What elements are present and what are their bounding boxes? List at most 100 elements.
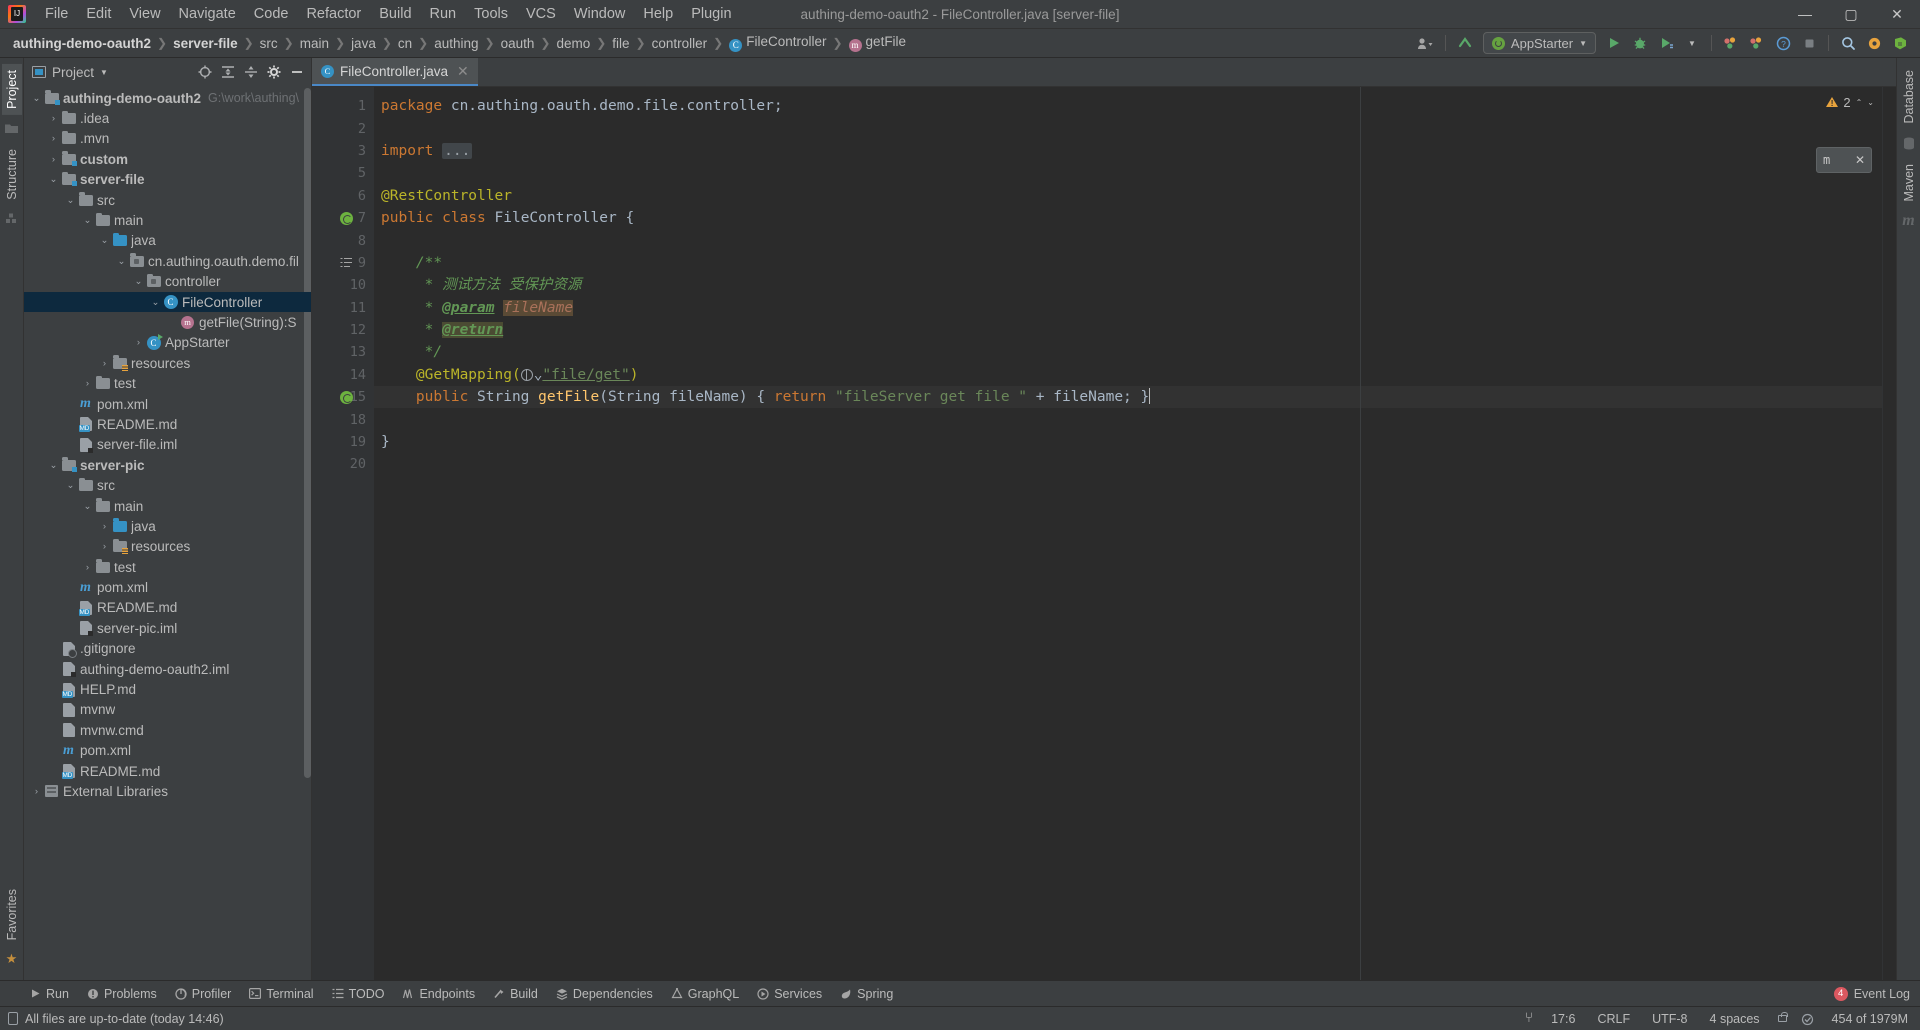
breadcrumb-item-controller[interactable]: controller [647,34,713,53]
code-editor[interactable]: package cn.authing.oauth.demo.file.contr… [374,87,1882,980]
run-configuration-selector[interactable]: AppStarter ▼ [1483,32,1596,54]
menu-code[interactable]: Code [245,3,298,25]
inspection-summary[interactable]: 2 ⌃ ⌄ [1826,87,1882,117]
tree-node[interactable]: ⌄server-file [24,170,311,190]
tree-node[interactable]: HELP.md [24,679,311,699]
tree-node[interactable]: ⌄java [24,231,311,251]
toolwindow-graphql[interactable]: GraphQL [663,985,747,1003]
stripe-button-structure[interactable]: Structure [2,143,22,206]
stripe-button-favorites[interactable]: Favorites [2,883,22,946]
settings-icon[interactable] [1862,32,1886,54]
tree-node[interactable]: ›test [24,373,311,393]
profiler-attach-icon[interactable] [1745,32,1769,54]
stripe-button-maven[interactable]: Maven [1899,158,1919,208]
chevron-down-icon[interactable]: ▼ [100,68,108,77]
collapse-all-icon[interactable] [241,62,261,82]
menu-edit[interactable]: Edit [77,3,120,25]
tree-node[interactable]: ›.idea [24,108,311,128]
toolwindow-problems[interactable]: Problems [79,985,165,1003]
line-separator[interactable]: CRLF [1593,1010,1634,1028]
inspection-icon[interactable] [1801,1011,1814,1025]
code-line[interactable] [374,117,1882,139]
database-icon[interactable] [1903,135,1915,153]
tree-node[interactable]: ›.mvn [24,129,311,149]
folder-icon[interactable] [5,120,18,138]
run-with-coverage-button[interactable] [1654,32,1678,54]
tree-node[interactable]: server-pic.iml [24,618,311,638]
menu-build[interactable]: Build [370,3,420,25]
chevron-down-icon[interactable]: ⌄ [30,93,43,104]
event-log-button[interactable]: 4 Event Log [1834,987,1920,1001]
tree-node[interactable]: mgetFile(String):S [24,312,311,332]
code-line[interactable]: * @param fileName [374,297,1882,319]
gear-icon[interactable] [264,62,284,82]
help-icon[interactable]: ? [1771,32,1795,54]
tree-node[interactable]: mpom.xml [24,577,311,597]
close-icon[interactable]: ✕ [1855,153,1865,167]
tree-node[interactable]: ›External Libraries [24,781,311,801]
chevron-down-icon[interactable]: ⌄ [64,195,77,206]
tree-node[interactable]: mpom.xml [24,741,311,761]
chevron-right-icon[interactable]: › [47,113,60,124]
toolwindow-profiler[interactable]: Profiler [167,985,240,1003]
indent-setting[interactable]: 4 spaces [1706,1010,1764,1028]
breadcrumb-item-project[interactable]: authing-demo-oauth2 [8,34,156,53]
toolwindow-run[interactable]: Run [22,985,77,1003]
toolwindow-spring[interactable]: Spring [832,985,901,1003]
breadcrumb-item-oauth[interactable]: oauth [496,34,540,53]
caret-position[interactable]: 17:6 [1547,1010,1579,1028]
read-only-icon[interactable] [1778,1015,1787,1022]
tree-node[interactable]: ⌄server-pic [24,455,311,475]
tree-node[interactable]: ⌄controller [24,272,311,292]
star-icon[interactable]: ★ [6,951,18,967]
chevron-down-icon[interactable]: ⌄ [64,480,77,491]
tree-node[interactable]: README.md [24,761,311,781]
web-url-icon[interactable] [521,369,533,381]
code-line[interactable]: package cn.authing.oauth.demo.file.contr… [374,95,1882,117]
code-line[interactable] [374,408,1882,430]
code-line[interactable] [374,162,1882,184]
chevron-down-icon[interactable]: ⌄ [98,235,111,246]
chevron-down-icon[interactable]: ⌄ [81,501,94,512]
chevron-down-icon[interactable]: ▼ [1680,32,1704,54]
tree-node[interactable]: ⌄cn.authing.oauth.demo.fil [24,251,311,271]
spring-bean-gutter-icon[interactable] [338,210,354,226]
tree-node[interactable]: mvnw [24,700,311,720]
spring-bean-gutter-icon[interactable] [338,389,354,405]
menu-run[interactable]: Run [421,3,466,25]
tree-node[interactable]: .gitignore [24,639,311,659]
tree-node[interactable]: ⌄authing-demo-oauth2G:\work\authing\ [24,88,311,108]
chevron-right-icon[interactable]: › [98,541,111,552]
breadcrumb-item-file[interactable]: file [607,34,634,53]
breadcrumb-item-method[interactable]: mgetFile [844,32,912,54]
javadoc-gutter-icon[interactable] [338,255,354,271]
plugin-icon[interactable] [1888,32,1912,54]
code-line[interactable] [374,453,1882,475]
menu-tools[interactable]: Tools [465,3,517,25]
code-line[interactable]: public class FileController { [374,207,1882,229]
minimize-button[interactable]: — [1782,0,1828,29]
breadcrumb-item-class[interactable]: CFileController [724,32,831,54]
chevron-down-icon[interactable]: ⌄ [132,276,145,287]
chevron-up-icon[interactable]: ⌃ [1856,98,1863,107]
maven-icon[interactable]: m [1902,212,1914,230]
run-button[interactable] [1602,32,1626,54]
menu-refactor[interactable]: Refactor [297,3,370,25]
structure-icon[interactable] [6,211,18,229]
tree-node[interactable]: ›java [24,516,311,536]
tree-node[interactable]: ›test [24,557,311,577]
tree-node[interactable]: README.md [24,598,311,618]
breadcrumb-item-java[interactable]: java [346,34,381,53]
chevron-down-icon[interactable]: ⌄ [47,460,60,471]
breadcrumb-item-src[interactable]: src [255,34,283,53]
chevron-down-icon[interactable]: ⌄ [149,297,162,308]
breadcrumb-item-main[interactable]: main [295,34,334,53]
project-tree[interactable]: ⌄authing-demo-oauth2G:\work\authing\›.id… [24,86,311,980]
search-everywhere-icon[interactable] [1836,32,1860,54]
chevron-down-icon[interactable]: ⌄ [115,256,128,267]
toolwindow-dependencies[interactable]: Dependencies [548,985,661,1003]
tree-node[interactable]: ⌄main [24,496,311,516]
stripe-button-database[interactable]: Database [1899,64,1919,130]
code-line[interactable]: public String getFile(String fileName) {… [374,386,1882,408]
chevron-right-icon[interactable]: › [98,358,111,369]
